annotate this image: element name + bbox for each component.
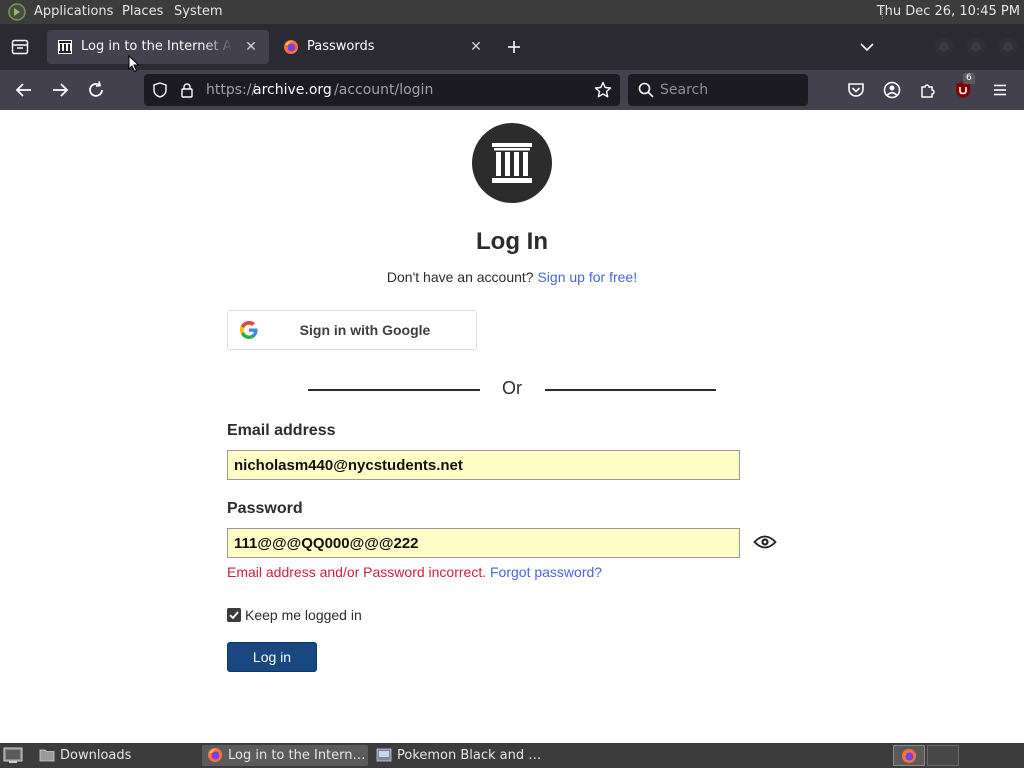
taskbar-item-pokemon[interactable]: Pokemon Black and … bbox=[371, 745, 541, 766]
taskbar-label: Downloads bbox=[60, 748, 132, 763]
password-field[interactable] bbox=[227, 528, 740, 558]
divider-right bbox=[545, 389, 716, 391]
tab-passwords[interactable]: Passwords ✕ bbox=[273, 30, 495, 64]
search-bar[interactable]: Search bbox=[628, 74, 808, 106]
workspace-switcher[interactable] bbox=[893, 745, 925, 766]
url-path: /account/login bbox=[334, 82, 434, 98]
url-scheme: https:// bbox=[206, 82, 257, 98]
new-tab-icon[interactable] bbox=[507, 40, 521, 54]
close-window-button[interactable] bbox=[999, 38, 1017, 56]
distro-logo-icon[interactable] bbox=[8, 3, 26, 21]
email-label: Email address bbox=[227, 422, 336, 439]
signup-prompt: Don't have an account? Sign up for free! bbox=[0, 269, 1024, 285]
clock[interactable]: Thu Dec 26, 10:45 PM bbox=[877, 4, 1020, 19]
back-arrow-icon[interactable] bbox=[12, 78, 36, 102]
taskbar-label: Log in to the Intern… bbox=[228, 748, 366, 763]
emulator-window-icon bbox=[376, 748, 392, 762]
password-label: Password bbox=[227, 500, 303, 517]
bottom-taskbar: Downloads Log in to the Intern… Pokemon … bbox=[0, 743, 1024, 768]
tab-title: Log in to the Internet Archive bbox=[81, 39, 233, 54]
or-separator: Or bbox=[502, 378, 522, 398]
places-menu[interactable]: Places bbox=[122, 4, 163, 19]
forward-arrow-icon[interactable] bbox=[48, 78, 72, 102]
pocket-icon[interactable] bbox=[844, 78, 868, 102]
navigation-toolbar: https:// archive.org /account/login Sear… bbox=[0, 70, 1024, 110]
login-error-message: Email address and/or Password incorrect.… bbox=[227, 564, 602, 580]
maximize-window-button[interactable] bbox=[967, 38, 985, 56]
close-tab-icon[interactable]: ✕ bbox=[241, 37, 261, 57]
lock-icon[interactable] bbox=[180, 82, 194, 98]
tab-strip: Log in to the Internet Archive ✕ Passwor… bbox=[0, 24, 1024, 70]
close-tab-icon[interactable]: ✕ bbox=[466, 37, 486, 57]
firefox-workspace-icon bbox=[902, 749, 916, 763]
email-field[interactable] bbox=[227, 450, 740, 480]
workspace-2[interactable] bbox=[927, 745, 959, 766]
address-bar[interactable]: https:// archive.org /account/login bbox=[144, 74, 620, 106]
firefox-icon bbox=[208, 748, 222, 762]
list-all-tabs-chevron-icon[interactable] bbox=[860, 42, 874, 52]
firefox-view-icon[interactable] bbox=[11, 39, 29, 55]
tab-title: Passwords bbox=[307, 39, 375, 54]
internet-archive-logo[interactable] bbox=[472, 123, 552, 203]
signup-link[interactable]: Sign up for free! bbox=[537, 269, 637, 285]
search-icon bbox=[638, 82, 654, 98]
keep-logged-in-checkbox[interactable] bbox=[227, 608, 241, 622]
keep-logged-in-label[interactable]: Keep me logged in bbox=[245, 607, 362, 623]
page-title: Log In bbox=[476, 228, 548, 255]
taskbar-label: Pokemon Black and … bbox=[397, 748, 542, 763]
taskbar-item-firefox-login[interactable]: Log in to the Intern… bbox=[202, 745, 368, 766]
system-menu[interactable]: System bbox=[174, 4, 222, 19]
ublock-origin-extension-button[interactable]: 6 bbox=[954, 73, 976, 101]
sign-in-with-google-button[interactable]: Sign in with Google bbox=[227, 310, 477, 350]
applications-menu[interactable]: Applications bbox=[34, 4, 113, 19]
show-desktop-icon[interactable] bbox=[3, 747, 23, 764]
show-password-eye-icon[interactable] bbox=[753, 532, 777, 552]
extensions-puzzle-icon[interactable] bbox=[916, 78, 940, 102]
mouse-cursor-icon bbox=[128, 55, 140, 73]
bookmark-star-icon[interactable] bbox=[594, 81, 612, 99]
url-host: archive.org bbox=[253, 82, 332, 98]
divider-left bbox=[308, 389, 480, 391]
tracking-protection-shield-icon[interactable] bbox=[152, 82, 168, 98]
firefox-favicon-icon bbox=[284, 40, 298, 54]
search-placeholder: Search bbox=[660, 82, 709, 98]
top-panel: Applications Places System Thu Dec 26, 1… bbox=[0, 0, 1024, 24]
log-in-button[interactable]: Log in bbox=[227, 642, 317, 672]
account-icon[interactable] bbox=[880, 78, 904, 102]
minimize-window-button[interactable] bbox=[935, 38, 953, 56]
taskbar-item-downloads[interactable]: Downloads bbox=[34, 745, 196, 766]
archive-building-icon bbox=[492, 143, 532, 183]
forgot-password-link[interactable]: Forgot password? bbox=[490, 564, 602, 580]
error-text: Email address and/or Password incorrect. bbox=[227, 564, 487, 580]
ublock-blocked-count-badge: 6 bbox=[963, 73, 975, 84]
google-button-label: Sign in with Google bbox=[299, 322, 431, 338]
reload-icon[interactable] bbox=[84, 78, 108, 102]
tab-internet-archive-login[interactable]: Log in to the Internet Archive ✕ bbox=[47, 30, 269, 64]
hamburger-menu-icon[interactable] bbox=[988, 78, 1012, 102]
folder-icon bbox=[39, 749, 55, 762]
no-account-text: Don't have an account? bbox=[386, 269, 534, 285]
internet-archive-favicon-icon bbox=[58, 40, 72, 54]
